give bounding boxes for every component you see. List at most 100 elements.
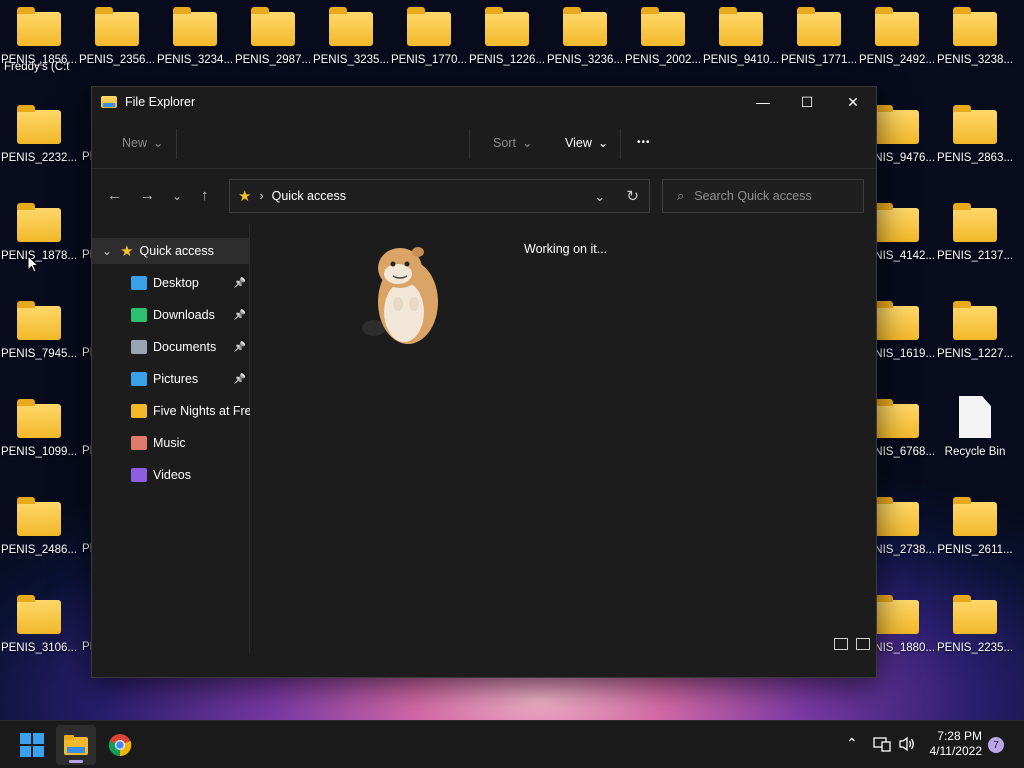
view-button[interactable]: View ⌄ <box>565 135 609 151</box>
desktop-icon-label: PENIS_2235... <box>936 642 1014 654</box>
desktop-folder-icon[interactable]: PENIS_1856... <box>0 0 78 98</box>
address-bar[interactable]: ★ › Quick access ⌄ ↻ <box>229 179 650 213</box>
more-options-button[interactable]: ••• <box>637 137 651 148</box>
desktop-folder-icon[interactable]: PENIS_2863... <box>936 98 1014 196</box>
desktop-folder-icon[interactable]: PENIS_3238... <box>936 0 1014 98</box>
breadcrumb-quick-access[interactable]: Quick access <box>272 189 346 203</box>
breadcrumb-separator: › <box>259 189 264 203</box>
close-button[interactable]: ✕ <box>830 87 876 117</box>
desktop-folder-icon[interactable]: PENIS_1226... <box>468 0 546 98</box>
recent-locations-chevron-icon[interactable]: ⌄ <box>172 189 182 203</box>
file-explorer-icon <box>101 96 117 108</box>
minimize-button[interactable]: — <box>740 87 786 117</box>
desktop-icon <box>131 276 147 290</box>
taskbar: ⌃ 7:28 PM 4/11/2022 7 <box>0 720 1024 768</box>
volume-icon[interactable] <box>898 736 916 752</box>
folder-icon <box>875 595 919 634</box>
folder-icon <box>875 301 919 340</box>
show-hidden-icons-chevron-icon[interactable]: ⌃ <box>846 735 858 752</box>
desktop-recycle-bin[interactable]: Recycle Bin <box>936 392 1014 490</box>
taskbar-file-explorer[interactable] <box>56 725 96 765</box>
network-icon[interactable] <box>873 736 891 752</box>
expand-chevron-icon[interactable]: ⌄ <box>102 244 112 258</box>
search-box[interactable]: ⌕ Search Quick access <box>662 179 864 213</box>
desktop-folder-icon[interactable]: PENIS_1227... <box>936 294 1014 392</box>
clock-time: 7:28 PM <box>937 729 982 743</box>
sidebar-item-music[interactable]: Music <box>92 430 250 456</box>
navigation-pane: ⌄ ★ Quick access Desktop 📌 Downloads 📌 Document… <box>92 224 250 654</box>
pin-icon: 📌 <box>233 277 246 289</box>
sidebar-item-videos[interactable]: Videos <box>92 462 250 488</box>
toolbar-divider <box>620 129 621 159</box>
sidebar-item-documents[interactable]: Documents 📌 <box>92 334 250 360</box>
sidebar-item-pictures[interactable]: Pictures 📌 <box>92 366 250 392</box>
desktop-icon-label: PENIS_3106... <box>0 642 78 654</box>
desktop-folder-icon[interactable]: PENIS_1771... <box>780 0 858 98</box>
desktop-folder-icon[interactable]: PENIS_1099... <box>0 392 78 490</box>
sort-button[interactable]: Sort ⌄ <box>493 135 533 151</box>
desktop-folder-icon[interactable]: PENIS_3235... <box>312 0 390 98</box>
folder-icon <box>17 497 61 536</box>
desktop-folder-icon[interactable]: PENIS_2356... <box>78 0 156 98</box>
loading-status-text: Working on it... <box>524 242 608 256</box>
pictures-icon <box>131 372 147 386</box>
desktop-folder-icon[interactable]: PENIS_2611... <box>936 490 1014 588</box>
downloads-icon <box>131 308 147 322</box>
sidebar-item-desktop[interactable]: Desktop 📌 <box>92 270 250 296</box>
folder-icon <box>485 7 529 46</box>
desktop-folder-icon[interactable]: PENIS_1878... <box>0 196 78 294</box>
desktop-folder-icon[interactable]: PENIS_2486... <box>0 490 78 588</box>
up-arrow-icon[interactable]: ↑ <box>201 187 209 204</box>
documents-icon <box>131 340 147 354</box>
large-icons-view-icon[interactable] <box>856 638 870 650</box>
desktop-icon-label: PENIS_3238... <box>936 54 1014 66</box>
new-button[interactable]: New ⌄ <box>122 135 164 151</box>
desktop-folder-icon[interactable]: PENIS_1770... <box>390 0 468 98</box>
sidebar-item-label: Five Nights at Fred <box>153 404 250 418</box>
desktop-folder-icon[interactable]: PENIS_2232... <box>0 98 78 196</box>
folder-icon <box>17 105 61 144</box>
maximize-button[interactable]: ☐ <box>784 87 830 117</box>
desktop-folder-icon[interactable]: PENIS_2987... <box>234 0 312 98</box>
chevron-down-icon: ⌄ <box>153 136 164 150</box>
desktop-folder-icon[interactable]: PENIS_7945... <box>0 294 78 392</box>
view-toggle <box>834 638 870 650</box>
sidebar-item-quick-access[interactable]: ⌄ ★ Quick access <box>92 238 250 264</box>
desktop-folder-icon[interactable]: PENIS_3106... <box>0 588 78 686</box>
star-icon: ★ <box>120 243 134 260</box>
desktop-folder-icon[interactable]: PENIS_3236... <box>546 0 624 98</box>
back-arrow-icon[interactable]: ← <box>107 187 122 204</box>
sidebar-item-label: Downloads <box>153 308 215 322</box>
start-button[interactable] <box>12 725 52 765</box>
details-view-icon[interactable] <box>834 638 848 650</box>
folder-icon <box>407 7 451 46</box>
taskbar-chrome[interactable] <box>100 725 140 765</box>
desktop-icon-label: PENIS_1878... <box>0 250 78 262</box>
desktop-folder-icon[interactable]: PENIS_9410... <box>702 0 780 98</box>
desktop-icon-label: PENIS_2137... <box>936 250 1014 262</box>
forward-arrow-icon[interactable]: → <box>140 187 155 204</box>
content-area[interactable]: Working on it... <box>251 224 876 654</box>
address-dropdown-icon[interactable]: ⌄ <box>595 189 605 204</box>
title-bar[interactable]: File Explorer — ☐ ✕ <box>92 87 876 117</box>
desktop-folder-icon[interactable]: PENIS_2137... <box>936 196 1014 294</box>
chevron-down-icon: ⌄ <box>521 136 533 150</box>
folder-icon <box>329 7 373 46</box>
folder-icon <box>953 105 997 144</box>
desktop-icon-label: PENIS_3235... <box>312 54 390 66</box>
desktop-folder-icon[interactable]: PENIS_2235... <box>936 588 1014 686</box>
star-icon: ★ <box>238 188 252 205</box>
refresh-icon[interactable]: ↻ <box>626 187 639 205</box>
desktop-folder-icon[interactable]: PENIS_2002... <box>624 0 702 98</box>
desktop-folder-icon[interactable]: PENIS_2492... <box>858 0 936 98</box>
desktop-folder-icon[interactable]: PENIS_3234... <box>156 0 234 98</box>
sidebar-item-downloads[interactable]: Downloads 📌 <box>92 302 250 328</box>
clock[interactable]: 7:28 PM 4/11/2022 <box>930 729 983 759</box>
folder-icon <box>64 735 88 755</box>
notification-badge[interactable]: 7 <box>988 737 1004 753</box>
file-explorer-window[interactable]: File Explorer — ☐ ✕ New ⌄ Sort ⌄ View ⌄ … <box>91 86 877 678</box>
clock-date: 4/11/2022 <box>929 744 983 758</box>
sidebar-item-five-nights-folder[interactable]: Five Nights at Fred <box>92 398 250 424</box>
chevron-down-icon: ⌄ <box>597 136 609 150</box>
folder-icon <box>953 595 997 634</box>
